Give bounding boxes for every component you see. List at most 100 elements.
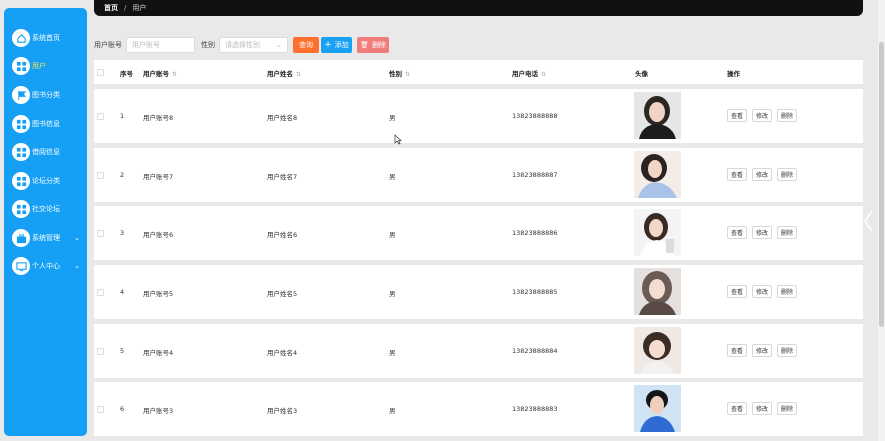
row-checkbox[interactable] <box>97 172 104 179</box>
breadcrumb-current: 用户 <box>132 4 147 12</box>
cell-index: 1 <box>120 112 125 120</box>
grid-icon <box>12 115 30 133</box>
query-button[interactable]: 查询 <box>293 37 319 53</box>
row-checkbox[interactable] <box>97 406 104 413</box>
user-table: 序号 用户账号 ⇅ 用户姓名 ⇅ 性别 ⇅ 用户电话 ⇅ 头像 操作 1 用户账号8 用… <box>94 60 863 440</box>
view-button[interactable]: 查看 <box>727 344 747 357</box>
scrollbar-thumb[interactable] <box>879 42 884 327</box>
cell-index: 2 <box>120 171 125 179</box>
grid-icon <box>12 200 30 218</box>
table-row[interactable]: 4 用户账号5 用户姓名5 男 13823888885 查看 修改 删除 <box>94 265 863 319</box>
header-index: 序号 <box>120 70 133 78</box>
row-checkbox[interactable] <box>97 230 104 237</box>
gender-select[interactable]: 请选择性别 ⌄ <box>219 37 288 53</box>
cell-account: 用户账号6 <box>143 231 174 239</box>
delete-row-button[interactable]: 删除 <box>777 109 797 122</box>
sidebar-item-social-forum[interactable]: 社交论坛 <box>4 198 87 220</box>
home-icon <box>12 29 30 47</box>
chevron-down-icon: ⌄ <box>74 262 80 270</box>
row-checkbox[interactable] <box>97 113 104 120</box>
cell-name: 用户姓名3 <box>267 407 298 415</box>
chevron-down-icon: ⌄ <box>276 41 282 49</box>
row-checkbox[interactable] <box>97 289 104 296</box>
flag-icon <box>12 86 30 104</box>
cell-account: 用户账号3 <box>143 407 174 415</box>
query-label: 查询 <box>299 41 313 49</box>
add-button[interactable]: + 添加 <box>321 37 352 53</box>
chevron-left-icon[interactable] <box>861 208 875 234</box>
sidebar-item-book-category[interactable]: 图书分类 <box>4 84 87 106</box>
select-all-checkbox[interactable] <box>97 69 104 76</box>
table-row[interactable]: 2 用户账号7 用户姓名7 男 13823888887 查看 修改 删除 <box>94 148 863 202</box>
sidebar-item-label: 论坛分类 <box>32 177 60 185</box>
header-phone[interactable]: 用户电话 ⇅ <box>512 68 546 78</box>
table-row[interactable]: 1 用户账号8 用户姓名8 男 13823888888 查看 修改 删除 <box>94 89 863 143</box>
cell-index: 5 <box>120 347 125 355</box>
add-label: 添加 <box>334 41 349 49</box>
table-row[interactable]: 6 用户账号3 用户姓名3 男 13823888883 查看 修改 删除 <box>94 382 863 436</box>
delete-label: 删除 <box>371 41 386 49</box>
avatar <box>634 327 681 374</box>
delete-row-button[interactable]: 删除 <box>777 402 797 415</box>
header-avatar: 头像 <box>635 70 648 78</box>
cell-phone: 13823888887 <box>512 171 558 179</box>
cell-name: 用户姓名5 <box>267 290 298 298</box>
delete-row-button[interactable]: 删除 <box>777 344 797 357</box>
edit-button[interactable]: 修改 <box>752 285 772 298</box>
header-phone-label: 用户电话 <box>512 70 538 78</box>
sidebar-item-label: 系统管理 <box>32 234 60 242</box>
breadcrumb: 首页 / 用户 <box>94 0 863 16</box>
monitor-icon <box>12 257 30 275</box>
cell-name: 用户姓名8 <box>267 114 298 122</box>
sidebar-item-home[interactable]: 系统首页 <box>4 27 87 49</box>
edit-button[interactable]: 修改 <box>752 226 772 239</box>
view-button[interactable]: 查看 <box>727 168 747 181</box>
edit-button[interactable]: 修改 <box>752 168 772 181</box>
header-name[interactable]: 用户姓名 ⇅ <box>267 68 301 78</box>
sidebar-item-forum-category[interactable]: 论坛分类 <box>4 170 87 192</box>
edit-button[interactable]: 修改 <box>752 344 772 357</box>
view-button[interactable]: 查看 <box>727 109 747 122</box>
view-button[interactable]: 查看 <box>727 402 747 415</box>
cell-name: 用户姓名7 <box>267 173 298 181</box>
sidebar-item-label: 个人中心 <box>32 262 60 270</box>
cell-gender: 男 <box>389 114 396 122</box>
sidebar-item-borrow-info[interactable]: 借阅信息 <box>4 141 87 163</box>
page-scrollbar[interactable] <box>878 0 885 441</box>
cell-phone: 13823888883 <box>512 405 558 413</box>
gender-select-placeholder: 请选择性别 <box>225 41 260 49</box>
header-actions: 操作 <box>727 70 740 78</box>
header-name-label: 用户姓名 <box>267 70 293 78</box>
account-input[interactable]: 用户账号 <box>126 37 195 53</box>
table-row[interactable]: 3 用户账号6 用户姓名6 男 13823888886 查看 修改 删除 <box>94 206 863 260</box>
avatar <box>634 151 681 198</box>
edit-button[interactable]: 修改 <box>752 109 772 122</box>
delete-row-button[interactable]: 删除 <box>777 285 797 298</box>
edit-button[interactable]: 修改 <box>752 402 772 415</box>
sidebar-item-book-info[interactable]: 图书信息 <box>4 113 87 135</box>
search-bar: 用户账号 用户账号 性别 请选择性别 ⌄ 查询 + 添加 🗑 删除 <box>94 37 389 53</box>
breadcrumb-home[interactable]: 首页 <box>104 3 118 13</box>
cell-gender: 男 <box>389 231 396 239</box>
sidebar-item-label: 图书信息 <box>32 120 60 128</box>
header-account[interactable]: 用户账号 ⇅ <box>143 68 177 78</box>
delete-row-button[interactable]: 删除 <box>777 168 797 181</box>
cell-gender: 男 <box>389 290 396 298</box>
cell-phone: 13823888884 <box>512 347 558 355</box>
header-gender-label: 性别 <box>389 70 402 78</box>
view-button[interactable]: 查看 <box>727 226 747 239</box>
view-button[interactable]: 查看 <box>727 285 747 298</box>
cell-account: 用户账号8 <box>143 114 174 122</box>
briefcase-icon <box>12 229 30 247</box>
cell-account: 用户账号4 <box>143 349 174 357</box>
delete-row-button[interactable]: 删除 <box>777 226 797 239</box>
gender-label: 性别 <box>201 41 215 49</box>
sidebar-item-system[interactable]: 系统管理 ⌄ <box>4 227 87 249</box>
delete-button[interactable]: 🗑 删除 <box>357 37 389 53</box>
sidebar-item-users[interactable]: 用户 <box>4 55 87 77</box>
row-checkbox[interactable] <box>97 348 104 355</box>
sidebar-item-label: 系统首页 <box>32 34 60 42</box>
table-row[interactable]: 5 用户账号4 用户姓名4 男 13823888884 查看 修改 删除 <box>94 324 863 378</box>
header-gender[interactable]: 性别 ⇅ <box>389 68 410 78</box>
sidebar-item-profile[interactable]: 个人中心 ⌄ <box>4 255 87 277</box>
